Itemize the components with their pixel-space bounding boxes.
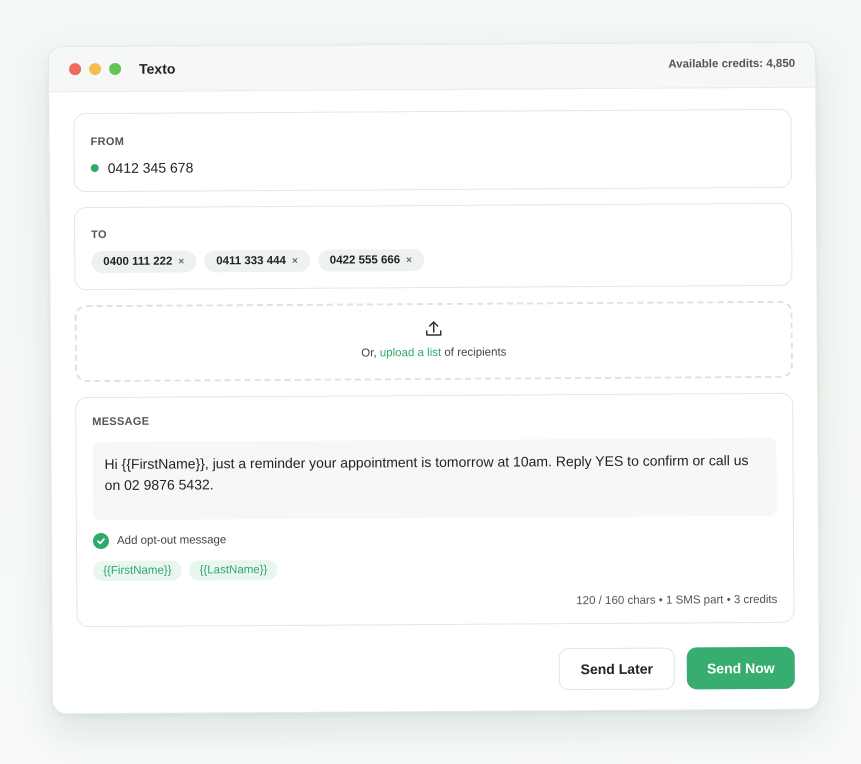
upload-suffix: of recipients	[441, 346, 507, 359]
send-now-button[interactable]: Send Now	[686, 646, 795, 690]
recipient-chip[interactable]: 0411 333 444 ×	[204, 249, 310, 273]
stage: Texto Available credits: 4,850 FROM 0412…	[0, 0, 861, 764]
app-title: Texto	[139, 60, 176, 77]
upload-text: Or, upload a list of recipients	[77, 345, 791, 361]
merge-tags: {{FirstName}} {{LastName}}	[93, 559, 278, 582]
optout-toggle[interactable]: Add opt-out message	[92, 532, 227, 550]
tag-firstname[interactable]: {{FirstName}}	[93, 560, 182, 582]
upload-dropzone[interactable]: Or, upload a list of recipients	[74, 300, 794, 383]
available-credits: Available credits: 4,850	[668, 57, 796, 71]
recipient-chip[interactable]: 0400 111 222 ×	[91, 250, 197, 274]
remove-recipient-icon[interactable]: ×	[178, 256, 184, 267]
remove-recipient-icon[interactable]: ×	[406, 255, 412, 266]
from-number: 0412 345 678	[107, 159, 194, 176]
recipient-number: 0422 555 666	[329, 254, 401, 267]
minimize-window-button[interactable]	[89, 63, 102, 76]
checkmark-icon[interactable]	[92, 532, 110, 550]
recipient-chip[interactable]: 0422 555 666 ×	[317, 249, 425, 272]
send-later-button[interactable]: Send Later	[558, 647, 675, 691]
message-textarea[interactable]: Hi {{FirstName}}, just a reminder your a…	[92, 437, 777, 521]
message-card: MESSAGE Hi {{FirstName}}, just a reminde…	[75, 392, 795, 628]
from-card[interactable]: FROM 0412 345 678	[73, 108, 792, 193]
message-label: MESSAGE	[92, 415, 150, 429]
maximize-window-button[interactable]	[109, 62, 122, 75]
recipient-number: 0411 333 444	[216, 254, 286, 268]
recipient-chips: 0400 111 222 × 0411 333 444 × 0422 555 6…	[91, 249, 425, 274]
window-controls	[69, 62, 122, 76]
to-card[interactable]: TO 0400 111 222 × 0411 333 444 × 0422 55…	[73, 202, 793, 291]
from-number-row[interactable]: 0412 345 678	[90, 159, 194, 176]
from-label: FROM	[90, 135, 125, 149]
remove-recipient-icon[interactable]: ×	[292, 255, 298, 266]
action-buttons: Send Later Send Now	[558, 646, 795, 691]
title-bar: Texto Available credits: 4,850	[48, 42, 816, 93]
to-label: TO	[91, 228, 107, 242]
character-count: 120 / 160 chars • 1 SMS part • 3 credits	[576, 593, 778, 608]
optout-label: Add opt-out message	[116, 534, 227, 547]
recipient-number: 0400 111 222	[103, 255, 173, 269]
app-window: Texto Available credits: 4,850 FROM 0412…	[47, 41, 821, 715]
upload-icon	[425, 321, 442, 336]
upload-prefix: Or,	[361, 347, 380, 360]
close-window-button[interactable]	[69, 63, 82, 76]
upload-list-link[interactable]: upload a list	[380, 347, 441, 359]
status-dot	[90, 164, 99, 173]
tag-lastname[interactable]: {{LastName}}	[189, 559, 278, 581]
